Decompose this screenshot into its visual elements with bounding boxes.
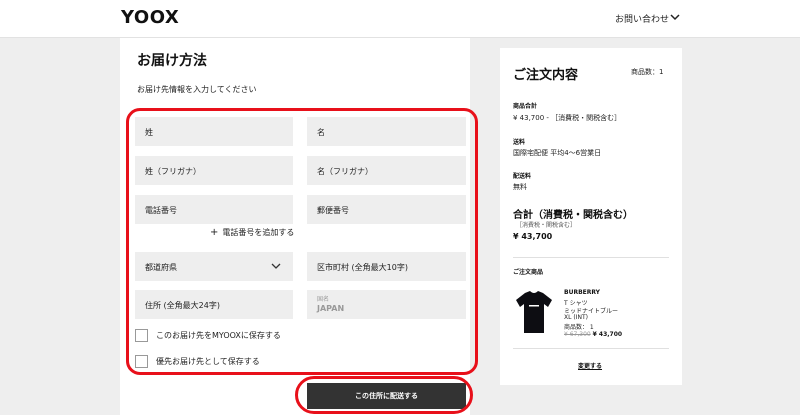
product-size: XL (INT) [564, 314, 588, 321]
product-old-price: ¥ 67,300 [564, 331, 591, 338]
chevron-down-icon[interactable] [668, 10, 682, 24]
product-quantity: 商品数： 1 [564, 324, 594, 331]
site-header: YOOX お問い合わせ [0, 0, 800, 38]
divider [513, 257, 669, 258]
order-summary-title: ご注文内容 [513, 68, 579, 83]
change-link[interactable]: 変更する [578, 361, 602, 370]
contact-link[interactable]: お問い合わせ [615, 12, 669, 25]
divider [513, 348, 669, 349]
product-new-price: ¥ 43,700 [592, 331, 623, 338]
shipping-fee-value: 無料 [513, 183, 527, 191]
form-highlight-annotation [126, 108, 478, 375]
product-tshirt-image[interactable] [515, 287, 553, 337]
total-label: 合計（消費税・関税含む） [513, 210, 633, 221]
item-count: 商品数：1 [631, 68, 664, 76]
shipping-fee-label: 配送料 [513, 173, 532, 180]
shipping-value: 国際宅配便 平均4〜6営業日 [513, 149, 602, 157]
page-title: お届け方法 [137, 53, 207, 69]
subtotal-label: 商品合計 [513, 103, 538, 110]
total-value: ¥ 43,700 [513, 232, 553, 241]
items-heading: ご注文商品 [513, 269, 544, 276]
form-instructions: お届け先情報を入力してください [137, 85, 257, 94]
button-highlight-annotation [295, 376, 473, 414]
subtotal-value: ¥ 43,700 - ［消費税・関税含む］ [513, 114, 622, 122]
total-tax-note: ［消費税・関税含む］ [516, 222, 577, 229]
yoox-logo[interactable]: YOOX [121, 7, 179, 28]
product-brand: BURBERRY [564, 289, 600, 296]
shipping-label: 送料 [513, 139, 526, 146]
product-price: ¥ 67,300 ¥ 43,700 [564, 331, 622, 338]
